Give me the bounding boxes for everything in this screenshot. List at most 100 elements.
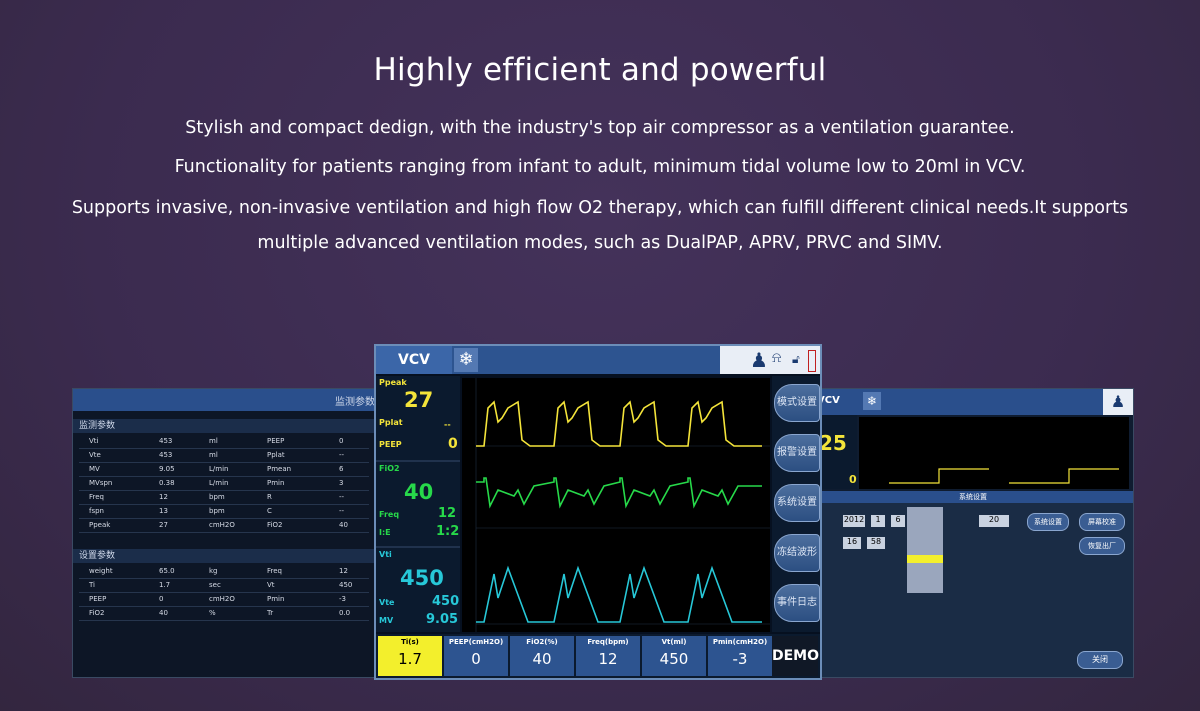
table-cell-value: 453 bbox=[159, 437, 173, 445]
right-ppeak-value: 25 bbox=[819, 431, 847, 455]
table-cell-value: 65.0 bbox=[159, 567, 175, 575]
table-cell-value: 0 bbox=[159, 595, 164, 603]
table-cell-name: Vte bbox=[89, 451, 101, 459]
waveform-display bbox=[462, 378, 770, 632]
table-cell-unit: bpm bbox=[209, 507, 225, 515]
freeze-waveform-button[interactable]: 冻结波形 bbox=[774, 534, 820, 572]
mode-setting-button[interactable]: 模式设置 bbox=[774, 384, 820, 422]
alarm-setting-button[interactable]: 报警设置 bbox=[774, 434, 820, 472]
ti-setting-label: Ti(s) bbox=[401, 638, 419, 646]
monitor-section-header: 监测参数 bbox=[73, 419, 383, 433]
peep-setting[interactable]: PEEP(cmH2O) 0 bbox=[444, 636, 508, 676]
settings-bar: Ti(s) 1.7 PEEP(cmH2O) 0 FiO2(%) 40 Freq(bpm… bbox=[376, 634, 820, 678]
dropdown-selected-item[interactable] bbox=[907, 555, 943, 563]
status-icons: ♟ ⍾ 🔓︎ bbox=[720, 346, 820, 374]
table-cell-unit: sec bbox=[209, 581, 221, 589]
oxygen-parameters: FiO2 40 Freq 12 I:E 1:2 bbox=[376, 462, 460, 548]
settings-panel-title: 系统设置 bbox=[813, 491, 1133, 503]
table-cell-value2: 3 bbox=[339, 479, 344, 487]
table-cell-name2: Tr bbox=[267, 609, 274, 617]
month-field[interactable]: 1 bbox=[871, 515, 885, 527]
table-row: MVspn 0.38 L/min Pmin 3 bbox=[79, 477, 369, 491]
vti-label: Vti bbox=[379, 550, 392, 559]
table-cell-value: 0.38 bbox=[159, 479, 175, 487]
vt-setting[interactable]: Vt(ml) 450 bbox=[642, 636, 706, 676]
ventilator-main-screen: VCV ❄ ♟ ⍾ 🔓︎ Ppeak 27 Pplat -- PEEP 0 Fi… bbox=[374, 344, 822, 680]
event-log-button[interactable]: 事件日志 bbox=[774, 584, 820, 622]
peep-value: 0 bbox=[448, 436, 458, 452]
table-cell-name: Ti bbox=[89, 581, 96, 589]
table-cell-value2: -- bbox=[339, 451, 345, 459]
dropdown-list[interactable] bbox=[907, 507, 943, 593]
side-menu: 模式设置 报警设置 系统设置 冻结波形 事件日志 bbox=[772, 376, 820, 632]
vt-setting-value: 450 bbox=[659, 650, 689, 668]
settings-button-2[interactable]: 屏幕校准 bbox=[1079, 513, 1125, 531]
table-cell-unit: ml bbox=[209, 451, 218, 459]
snowflake-icon[interactable]: ❄ bbox=[454, 348, 478, 372]
page-heading: Highly efficient and powerful bbox=[373, 52, 827, 88]
peep-label: PEEP bbox=[379, 440, 402, 449]
table-row: FiO2 40% Tr 0.0 bbox=[79, 607, 369, 621]
pmin-setting-value: -3 bbox=[732, 650, 748, 668]
pmin-setting[interactable]: Pmin(cmH2O) -3 bbox=[708, 636, 772, 676]
mv-label: MV bbox=[379, 616, 394, 625]
peep-setting-label: PEEP(cmH2O) bbox=[448, 638, 504, 646]
fio2-label: FiO2 bbox=[379, 464, 400, 473]
system-setting-button[interactable]: 系统设置 bbox=[774, 484, 820, 522]
table-cell-unit: cmH2O bbox=[209, 521, 235, 529]
table-row: fspn 13 bpm C -- bbox=[79, 505, 369, 519]
settings-button-3[interactable]: 恢复出厂 bbox=[1079, 537, 1125, 555]
year-field[interactable]: 2012 bbox=[843, 515, 865, 527]
table-cell-name2: R bbox=[267, 493, 272, 501]
table-cell-name2: Pmin bbox=[267, 595, 285, 603]
table-cell-name: FiO2 bbox=[89, 609, 105, 617]
table-cell-value: 13 bbox=[159, 507, 168, 515]
table-cell-name: Freq bbox=[89, 493, 104, 501]
table-cell-name: Ppeak bbox=[89, 521, 111, 529]
description-line-2: Functionality for patients ranging from … bbox=[174, 157, 1026, 177]
table-cell-value2: -- bbox=[339, 493, 345, 501]
battery-icon bbox=[808, 350, 816, 372]
vte-value: 450 bbox=[432, 594, 460, 609]
table-cell-value2: -3 bbox=[339, 595, 346, 603]
freq-setting-label: Freq(bpm) bbox=[587, 638, 629, 646]
table-cell-unit: L/min bbox=[209, 479, 229, 487]
close-button[interactable]: 关闭 bbox=[1077, 651, 1123, 669]
table-cell-value: 40 bbox=[159, 609, 168, 617]
table-cell-name: weight bbox=[89, 567, 113, 575]
table-row: weight 65.0 kg Freq 12 bbox=[79, 565, 369, 579]
table-cell-unit: bpm bbox=[209, 493, 225, 501]
table-row: Ppeak 27 cmH2O FiO2 40 bbox=[79, 519, 369, 533]
table-cell-name2: FiO2 bbox=[267, 521, 283, 529]
right-waveform-area bbox=[859, 417, 1129, 489]
setting-value-field[interactable]: 20 bbox=[979, 515, 1009, 527]
mode-label[interactable]: VCV bbox=[376, 346, 452, 374]
table-cell-name: PEEP bbox=[89, 595, 107, 603]
settings-panel-body: 2012 1 6 16 58 20 系统设置 屏幕校准 恢复出厂 关闭 bbox=[813, 503, 1133, 677]
hour-field[interactable]: 16 bbox=[843, 537, 861, 549]
monitor-screen-title: 监测参数 bbox=[335, 397, 375, 408]
pressure-parameters: Ppeak 27 Pplat -- PEEP 0 bbox=[376, 376, 460, 462]
ti-setting[interactable]: Ti(s) 1.7 bbox=[378, 636, 442, 676]
fio2-value: 40 bbox=[404, 480, 434, 504]
day-field[interactable]: 6 bbox=[891, 515, 905, 527]
right-peep-value: 0 bbox=[849, 473, 857, 486]
table-cell-unit: cmH2O bbox=[209, 595, 235, 603]
table-cell-name: MVspn bbox=[89, 479, 113, 487]
ppeak-value: 27 bbox=[404, 388, 434, 412]
ventilator-topbar: VCV ❄ ♟ ⍾ 🔓︎ bbox=[376, 346, 820, 374]
minute-field[interactable]: 58 bbox=[867, 537, 885, 549]
fio2-setting[interactable]: FiO2(%) 40 bbox=[510, 636, 574, 676]
settings-table: weight 65.0 kg Freq 12 Ti 1.7 sec Vt 450 PEEP 0 cmH2… bbox=[79, 565, 369, 621]
fio2-setting-value: 40 bbox=[532, 650, 552, 668]
alarm-mute-icon: ⍾ bbox=[772, 350, 782, 366]
table-cell-name2: Vt bbox=[267, 581, 275, 589]
freq-setting[interactable]: Freq(bpm) 12 bbox=[576, 636, 640, 676]
vt-setting-label: Vt(ml) bbox=[661, 638, 687, 646]
description-line-1: Stylish and compact dedign, with the ind… bbox=[185, 118, 1015, 138]
settings-button-1[interactable]: 系统设置 bbox=[1027, 513, 1069, 531]
table-cell-name: Vti bbox=[89, 437, 99, 445]
freq-setting-value: 12 bbox=[598, 650, 618, 668]
monitor-screen-titlebar: 监测参数 bbox=[73, 389, 383, 411]
freq-value: 12 bbox=[438, 506, 457, 521]
